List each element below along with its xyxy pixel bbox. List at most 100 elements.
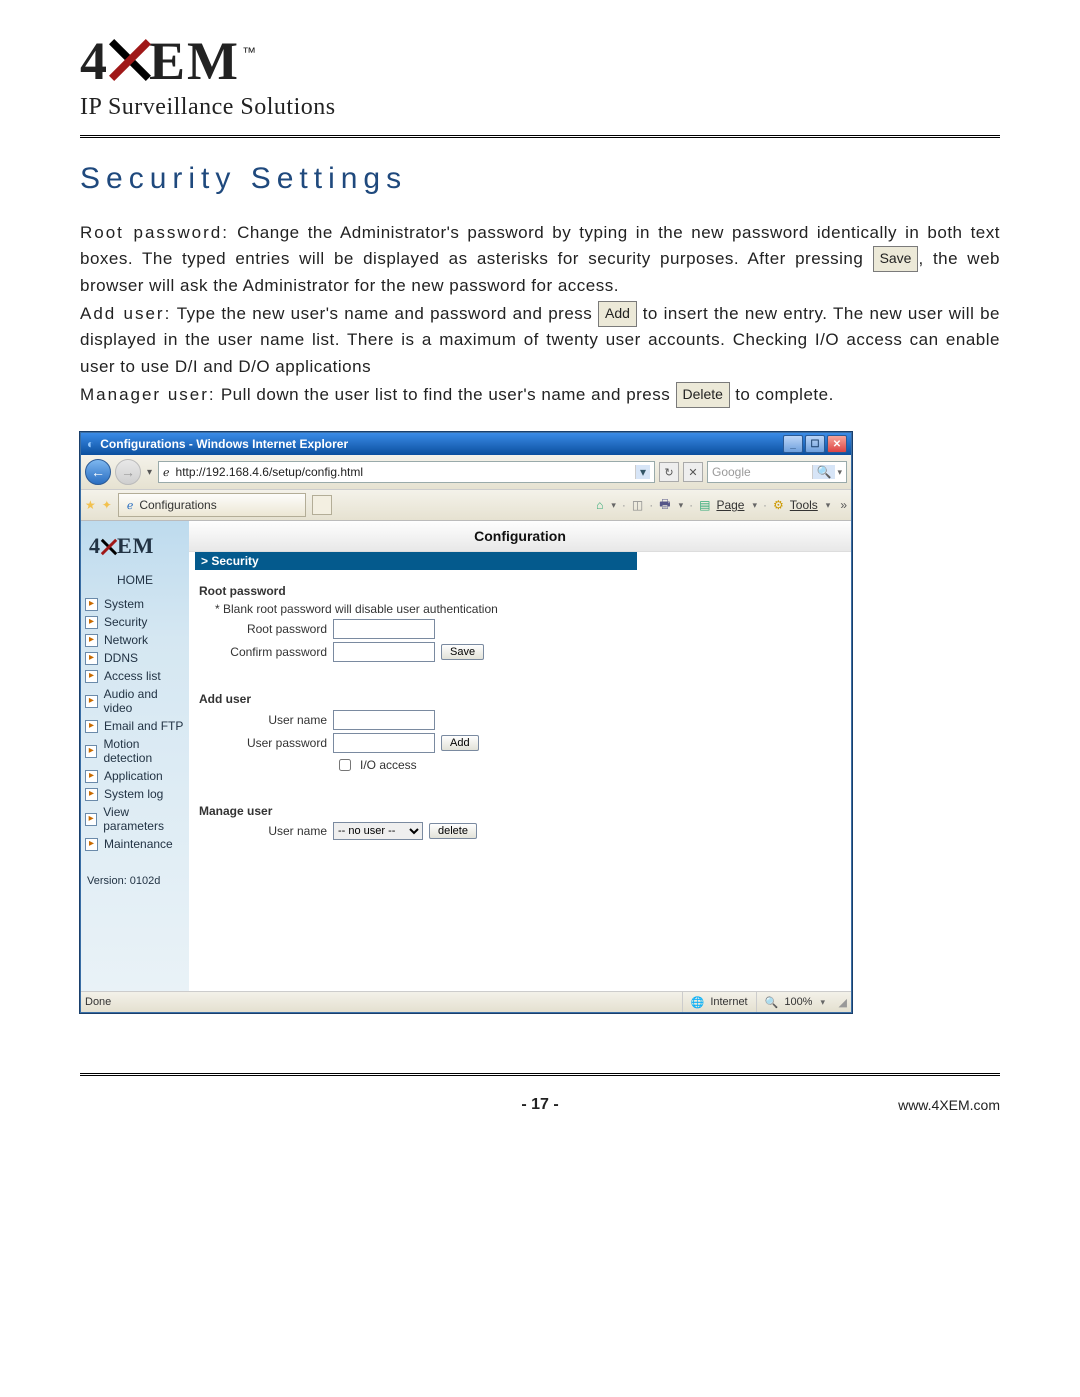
internet-zone-icon: 🌐: [691, 996, 705, 1009]
label-confirm-password: Confirm password: [217, 645, 327, 659]
config-header: Configuration: [189, 521, 851, 552]
ie-navbar: ← → ▾ ℯ http://192.168.4.6/setup/config.…: [81, 455, 851, 490]
tools-menu[interactable]: Tools: [790, 498, 818, 512]
tab-title: Configurations: [139, 498, 216, 512]
input-user-name[interactable]: [333, 710, 435, 730]
ie-window: ◐ Configurations - Windows Internet Expl…: [80, 432, 852, 1013]
section-add-user: Add user: [199, 692, 629, 706]
p2-rest: Type the new user's name and password an…: [171, 304, 598, 323]
inline-delete-button: Delete: [676, 382, 730, 408]
select-user[interactable]: -- no user --: [333, 822, 423, 840]
minimize-button[interactable]: _: [783, 435, 803, 453]
sidebar-item-view-parameters[interactable]: ▸View parameters: [81, 803, 189, 835]
sidebar-home[interactable]: HOME: [81, 569, 189, 595]
tools-menu-icon: ⚙: [773, 498, 784, 512]
home-icon[interactable]: ⌂: [596, 498, 603, 512]
body-text: Root password: Change the Administrator'…: [80, 220, 1000, 408]
ie-tabbar: ★ ✦ ℯ Configurations ⌂▾ · ◫ · 🖶▾ · ▤ Pag…: [81, 490, 851, 521]
brand-x-icon: [107, 37, 153, 83]
tab-favicon-icon: ℯ: [127, 499, 134, 512]
brand-em: EM: [149, 30, 240, 92]
p1-lead: Root password:: [80, 223, 229, 242]
brand-logo: 4 EM ™: [80, 30, 1000, 92]
config-title: Configuration: [474, 528, 566, 544]
sidebar-item-access-list[interactable]: ▸Access list: [81, 667, 189, 685]
favorites-star-icon[interactable]: ★: [85, 498, 96, 512]
save-button[interactable]: Save: [441, 644, 484, 660]
add-button[interactable]: Add: [441, 735, 479, 751]
resize-grip-icon[interactable]: ◢: [833, 996, 847, 1009]
status-zoom[interactable]: 🔍 100% ▾: [756, 992, 833, 1012]
maximize-button[interactable]: ☐: [805, 435, 825, 453]
sidebar-item-system[interactable]: ▸System: [81, 595, 189, 613]
brand-header: 4 EM ™ IP Surveillance Solutions: [80, 30, 1000, 121]
label-root-password: Root password: [217, 622, 327, 636]
input-user-password[interactable]: [333, 733, 435, 753]
p3-rest: Pull down the user list to find the user…: [216, 385, 676, 404]
sidebar-item-security[interactable]: ▸Security: [81, 613, 189, 631]
input-root-password[interactable]: [333, 619, 435, 639]
sidebar-item-network[interactable]: ▸Network: [81, 631, 189, 649]
brand-tm: ™: [242, 44, 258, 60]
stop-button[interactable]: ✕: [683, 462, 703, 482]
zoom-icon: 🔍: [765, 996, 779, 1009]
address-dropdown[interactable]: ▾: [635, 465, 650, 479]
sidebar-list: ▸System ▸Security ▸Network ▸DDNS ▸Access…: [81, 595, 189, 853]
page-favicon-icon: ℯ: [163, 466, 170, 479]
search-icon[interactable]: 🔍: [812, 465, 836, 479]
p3-lead: Manager user:: [80, 385, 216, 404]
input-confirm-password[interactable]: [333, 642, 435, 662]
browser-tab[interactable]: ℯ Configurations: [118, 493, 306, 517]
search-dropdown[interactable]: ▾: [837, 467, 842, 478]
label-manage-user-name: User name: [217, 824, 327, 838]
status-zone: 🌐 Internet: [682, 992, 756, 1012]
search-box[interactable]: Google 🔍 ▾: [707, 461, 847, 483]
address-url: http://192.168.4.6/setup/config.html: [176, 465, 363, 479]
p3-tail: to complete.: [730, 385, 834, 404]
sidebar-item-system-log[interactable]: ▸System log: [81, 785, 189, 803]
close-button[interactable]: ✕: [827, 435, 847, 453]
p2-lead: Add user:: [80, 304, 171, 323]
refresh-button[interactable]: ↻: [659, 462, 679, 482]
footer-divider: [80, 1073, 1000, 1076]
section-heading: Security Settings: [80, 162, 1000, 196]
sidebar-item-audio-video[interactable]: ▸Audio and video: [81, 685, 189, 717]
page-number: - 17 -: [521, 1096, 558, 1114]
address-bar[interactable]: ℯ http://192.168.4.6/setup/config.html ▾: [158, 461, 655, 483]
delete-button[interactable]: delete: [429, 823, 477, 839]
label-io-access: I/O access: [360, 758, 417, 772]
form-area: Root password * Blank root password will…: [189, 570, 639, 853]
toolbar-overflow-icon[interactable]: »: [840, 498, 847, 512]
nav-history-dropdown[interactable]: ▾: [145, 467, 154, 478]
checkbox-io-access[interactable]: [339, 759, 351, 771]
label-user-name: User name: [217, 713, 327, 727]
back-button[interactable]: ←: [85, 459, 111, 485]
sidebar-item-application[interactable]: ▸Application: [81, 767, 189, 785]
sidebar-item-motion-detection[interactable]: ▸Motion detection: [81, 735, 189, 767]
ie-titlebar: ◐ Configurations - Windows Internet Expl…: [81, 433, 851, 455]
footer-url: www.4XEM.com: [840, 1097, 1000, 1113]
page-menu[interactable]: Page: [716, 498, 744, 512]
forward-button[interactable]: →: [115, 459, 141, 485]
sidebar-item-email-ftp[interactable]: ▸Email and FTP: [81, 717, 189, 735]
ie-window-title: Configurations - Windows Internet Explor…: [100, 437, 348, 451]
print-icon[interactable]: 🖶: [659, 495, 670, 516]
ie-app-icon: ◐: [87, 437, 94, 451]
brand-tagline: IP Surveillance Solutions: [80, 94, 1000, 121]
label-user-password: User password: [217, 736, 327, 750]
sidebar-logo: 4 EM: [81, 529, 189, 569]
new-tab-button[interactable]: [312, 495, 332, 515]
sidebar-x-icon: [100, 538, 118, 556]
section-root-password: Root password: [199, 584, 629, 598]
search-placeholder: Google: [712, 465, 751, 479]
sidebar-logo-em: EM: [117, 533, 154, 559]
page-footer: - 17 - www.4XEM.com: [80, 1096, 1000, 1114]
add-favorites-icon[interactable]: ✦: [102, 498, 112, 512]
feeds-icon[interactable]: ◫: [632, 498, 643, 512]
status-done: Done: [85, 996, 123, 1008]
breadcrumb: > Security: [195, 552, 637, 570]
sidebar-item-ddns[interactable]: ▸DDNS: [81, 649, 189, 667]
inline-save-button: Save: [873, 246, 919, 272]
sidebar-version: Version: 0102d: [81, 875, 189, 887]
sidebar-item-maintenance[interactable]: ▸Maintenance: [81, 835, 189, 853]
